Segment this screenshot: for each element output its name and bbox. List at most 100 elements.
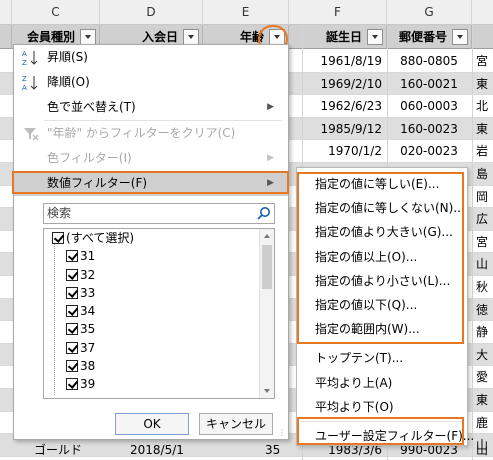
cell-address[interactable]: 秋 (474, 276, 493, 298)
filter-value-item[interactable]: 35 (44, 320, 274, 338)
cell-address[interactable]: 山 (474, 440, 493, 460)
checkbox-checked-icon[interactable] (66, 341, 78, 354)
sort-descending-icon: ZA (22, 74, 40, 92)
scroll-up-icon[interactable] (264, 234, 270, 238)
menu-item-label: "年齢" からフィルターをクリア(C) (47, 126, 236, 140)
cell-join-date[interactable]: 2018/5/1 (130, 440, 184, 460)
filter-value-label: 31 (80, 249, 96, 264)
cell-address[interactable]: 山 (474, 253, 493, 275)
cell-address[interactable]: 岩 (474, 140, 493, 162)
custom-filter-highlight-box (297, 417, 464, 445)
checkbox-checked-icon[interactable] (66, 286, 78, 299)
checkbox-checked-icon[interactable] (52, 232, 64, 244)
search-placeholder: 検索 (47, 206, 72, 220)
cell-postal-code[interactable]: 060-0003 (387, 95, 471, 117)
cell-address[interactable]: 岡 (474, 186, 493, 208)
column-header-h[interactable] (472, 0, 493, 25)
filter-value-item[interactable]: 33 (44, 284, 274, 302)
column-header-e[interactable]: E (203, 0, 289, 25)
cell-address[interactable]: 東 (474, 73, 493, 95)
menu-item-clear-filter[interactable]: "年齢" からフィルターをクリア(C) (14, 121, 288, 146)
number-filter-highlight-box (12, 171, 289, 194)
other-items: トップテン(T)... 平均より上(A) 平均より下(O) (297, 346, 467, 419)
filter-dropdown-member-type[interactable] (80, 29, 96, 45)
svg-text:A: A (22, 50, 27, 58)
resize-grip-icon[interactable]: ⋮ (278, 428, 286, 437)
checkbox-checked-icon[interactable] (66, 323, 78, 336)
cell-address[interactable]: 愛 (474, 366, 493, 388)
column-header-d[interactable]: D (100, 0, 203, 25)
column-header-c[interactable]: C (12, 0, 100, 25)
cell-member-type[interactable]: ゴールド (34, 440, 82, 460)
cell-postal-code[interactable]: 160-0023 (387, 118, 471, 140)
cell-address[interactable]: 北 (474, 95, 493, 117)
cell-postal-code[interactable]: 020-0023 (387, 140, 471, 162)
cell-postal-code[interactable]: 880-0805 (387, 50, 471, 72)
column-header-f[interactable]: F (289, 0, 387, 25)
menu-item-color-filter[interactable]: 色フィルター(I) ▶ (14, 146, 288, 171)
svg-text:Z: Z (22, 75, 27, 83)
filter-value-item[interactable]: 38 (44, 357, 274, 375)
comparison-items-highlight-box (297, 172, 464, 344)
checkbox-checked-icon[interactable] (66, 378, 78, 391)
column-header-stub[interactable] (0, 0, 12, 25)
menu-item-above-average[interactable]: 平均より上(A) (297, 371, 467, 395)
cell-address[interactable]: 宮 (474, 50, 493, 72)
filter-values: (すべて選択) 31 32 33 34 35 37 38 39 (44, 229, 274, 394)
menu-item-sort-descending[interactable]: ZA 降順(O) (14, 70, 288, 95)
menu-item-sort-ascending[interactable]: AZ 昇順(S) (14, 45, 288, 70)
cell-postal-code[interactable]: 160-0021 (387, 73, 471, 95)
sort-ascending-icon: AZ (22, 49, 40, 67)
menu-item-label: 降順(O) (47, 75, 90, 89)
menu-item-below-average[interactable]: 平均より下(O) (297, 395, 467, 419)
gridline (472, 25, 473, 460)
cell-birthday[interactable]: 1961/8/19 (302, 50, 386, 72)
filter-value-label: 32 (80, 267, 96, 282)
cell-address[interactable]: 静 (474, 321, 493, 343)
header-birthday: 誕生日 (289, 25, 387, 49)
checkbox-checked-icon[interactable] (66, 268, 78, 281)
filter-dropdown-join-date[interactable] (183, 29, 199, 45)
filter-dropdown-postal-code[interactable] (452, 29, 468, 45)
scroll-down-icon[interactable] (264, 389, 270, 393)
cell-age[interactable]: 35 (265, 440, 280, 460)
filter-value-item[interactable]: 39 (44, 375, 274, 393)
filter-value-label: 39 (80, 377, 96, 392)
cell-address[interactable]: 東 (474, 389, 493, 411)
cancel-button[interactable]: キャンセル (199, 413, 273, 435)
header-birthday-label: 誕生日 (325, 30, 362, 44)
checkbox-checked-icon[interactable] (66, 360, 78, 373)
cell-birthday[interactable]: 1962/6/23 (302, 95, 386, 117)
cell-address[interactable]: 島 (474, 163, 493, 185)
cell-address[interactable]: 広 (474, 208, 493, 230)
filter-value-item[interactable]: 37 (44, 339, 274, 357)
checkbox-checked-icon[interactable] (66, 250, 78, 263)
clear-filter-icon (22, 125, 40, 142)
list-scrollbar[interactable] (259, 229, 274, 398)
search-icon (256, 206, 271, 221)
filter-value-label: 38 (80, 359, 96, 374)
cell-address[interactable]: 鹿 (474, 412, 493, 434)
cell-birthday[interactable]: 1970/1/2 (302, 140, 386, 162)
filter-value-item[interactable]: 31 (44, 247, 274, 265)
ok-button[interactable]: OK (115, 413, 189, 435)
filter-values-list: (すべて選択) 31 32 33 34 35 37 38 39 (43, 228, 275, 399)
cell-birthday[interactable]: 1969/2/10 (302, 73, 386, 95)
cell-address[interactable]: 大 (474, 344, 493, 366)
cell-address[interactable]: 宮 (474, 231, 493, 253)
header-cell-stub (0, 25, 12, 49)
svg-text:A: A (22, 84, 27, 91)
filter-value-item[interactable]: 34 (44, 302, 274, 320)
checkbox-checked-icon[interactable] (66, 305, 78, 318)
select-all-item[interactable]: (すべて選択) (44, 229, 274, 247)
filter-search-input[interactable]: 検索 (43, 203, 275, 224)
cell-address[interactable]: 東 (474, 118, 493, 140)
scroll-thumb[interactable] (262, 245, 272, 289)
filter-value-item[interactable]: 32 (44, 266, 274, 284)
menu-item-sort-by-color[interactable]: 色で並べ替え(T) ▶ (14, 95, 288, 120)
column-header-g[interactable]: G (387, 0, 472, 25)
filter-dropdown-birthday[interactable] (367, 29, 383, 45)
cell-address[interactable]: 徳 (474, 299, 493, 321)
menu-item-top-ten[interactable]: トップテン(T)... (297, 346, 467, 370)
cell-birthday[interactable]: 1985/9/12 (302, 118, 386, 140)
